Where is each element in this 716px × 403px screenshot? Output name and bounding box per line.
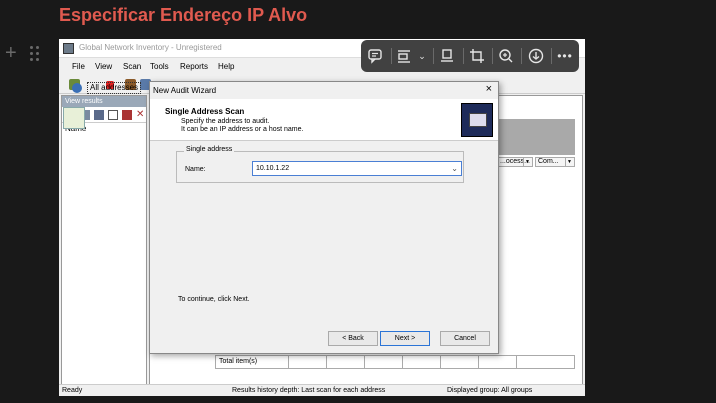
app-icon — [63, 43, 74, 54]
image-floating-toolbar: ⌄ ••• — [361, 40, 579, 72]
status-group: Displayed group: All groups — [447, 387, 533, 394]
more-icon[interactable]: ••• — [557, 48, 573, 64]
add-block-icon[interactable]: + — [5, 43, 17, 63]
column-header[interactable]: ...ocess... ▼ — [497, 157, 533, 167]
tree-item-all-addresses[interactable]: All addresses — [63, 82, 143, 94]
app-title: Global Network Inventory - Unregistered — [79, 43, 222, 52]
single-address-group: Single address Name: 10.10.1.22 ⌄ — [176, 146, 464, 183]
dialog-title: New Audit Wizard — [153, 86, 217, 95]
close-icon[interactable]: × — [486, 83, 492, 95]
chevron-down-icon[interactable]: ⌄ — [414, 48, 430, 64]
comment-icon[interactable] — [367, 48, 383, 64]
menu-tools[interactable]: Tools — [150, 62, 169, 71]
status-ready: Ready — [62, 387, 83, 394]
menu-view[interactable]: View — [95, 62, 112, 71]
screenshot-image: Global Network Inventory - Unregistered … — [59, 39, 585, 396]
page-heading: Especificar Endereço IP Alvo — [59, 5, 308, 25]
menu-help[interactable]: Help — [218, 62, 234, 71]
network-computer-icon — [461, 103, 493, 137]
map-icon — [63, 107, 85, 129]
name-label: Name: — [185, 166, 206, 173]
globe-icon — [72, 83, 82, 93]
download-icon[interactable] — [528, 48, 544, 64]
dropdown-icon[interactable]: ▼ — [523, 158, 531, 166]
wizard-banner: Single Address Scan Specify the address … — [150, 99, 498, 141]
frame-icon[interactable] — [108, 110, 118, 120]
properties-icon[interactable] — [94, 110, 104, 120]
status-bar: Ready Results history depth: Last scan f… — [59, 384, 585, 396]
dropdown-icon[interactable]: ▼ — [565, 158, 573, 166]
menu-reports[interactable]: Reports — [180, 62, 208, 71]
next-button[interactable]: Next > — [380, 331, 430, 346]
totals-row: Total item(s) — [215, 355, 575, 369]
menu-file[interactable]: File — [72, 62, 85, 71]
results-tree-panel: View results ✕ Name — [61, 95, 147, 385]
column-header[interactable]: Com... ▼ — [535, 157, 575, 167]
align-icon[interactable] — [396, 48, 412, 64]
wizard-step-title: Single Address Scan — [165, 107, 245, 116]
continue-hint: To continue, click Next. — [178, 296, 250, 303]
address-input[interactable]: 10.10.1.22 ⌄ — [252, 161, 462, 176]
crop-icon[interactable] — [469, 48, 485, 64]
close-icon[interactable]: ✕ — [136, 110, 146, 120]
new-audit-wizard-dialog: New Audit Wizard × Single Address Scan S… — [149, 81, 499, 354]
cancel-button[interactable]: Cancel — [440, 331, 490, 346]
group-label: Single address — [184, 146, 235, 153]
chevron-down-icon[interactable]: ⌄ — [451, 162, 458, 175]
caption-icon[interactable] — [439, 48, 455, 64]
wizard-step-desc: Specify the address to audit. — [181, 118, 270, 125]
menu-scan[interactable]: Scan — [123, 62, 141, 71]
zoom-in-icon[interactable] — [498, 48, 514, 64]
wizard-step-desc: It can be an IP address or a host name. — [181, 126, 304, 133]
delete-icon[interactable] — [122, 110, 132, 120]
tree-item-label: All addresses — [87, 82, 142, 94]
totals-label: Total item(s) — [219, 358, 258, 365]
drag-handle-icon[interactable] — [30, 46, 40, 62]
status-history: Results history depth: Last scan for eac… — [232, 387, 386, 394]
panel-header: View results — [62, 96, 146, 107]
back-button[interactable]: < Back — [328, 331, 378, 346]
